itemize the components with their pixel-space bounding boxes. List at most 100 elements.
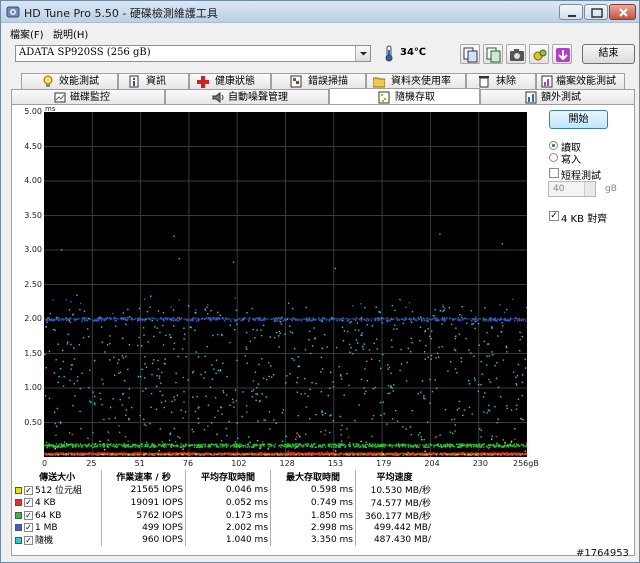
short-test-checkbox[interactable] (549, 168, 559, 178)
scatter-point (297, 356, 299, 358)
tab-erase[interactable]: 抹除 (466, 73, 536, 89)
spin-up-icon[interactable] (584, 182, 595, 189)
align-4kb-checkbox[interactable]: ✓ (549, 211, 559, 221)
scatter-point (89, 369, 91, 371)
camera-icon (510, 49, 524, 61)
tab-file-benchmark[interactable]: 檔案效能測試 (536, 73, 625, 89)
minimize-button[interactable] (559, 4, 583, 20)
tab-extra-tests[interactable]: 額外測試 (480, 89, 635, 105)
scatter-point (321, 411, 323, 413)
scatter-point (73, 383, 75, 385)
scatter-point (248, 319, 250, 321)
scatter-point (443, 444, 445, 446)
copy-info-button[interactable] (483, 44, 503, 64)
scatter-point (302, 446, 305, 448)
short-test-spinner[interactable]: 40 (548, 181, 596, 197)
chevron-down-icon[interactable] (355, 46, 370, 61)
exit-button[interactable]: 結束 (582, 44, 635, 64)
scatter-point (183, 327, 185, 329)
scatter-point (128, 316, 131, 318)
scatter-point (497, 386, 500, 389)
tab-info[interactable]: 資訊 (118, 73, 189, 89)
scatter-point (193, 446, 196, 448)
scatter-point (173, 453, 175, 455)
scatter-point (118, 425, 120, 427)
scatter-point (278, 453, 280, 455)
scatter-point (406, 361, 408, 364)
scatter-point (287, 450, 289, 453)
scatter-point (432, 315, 434, 317)
scatter-point (87, 335, 90, 338)
scatter-point (260, 334, 263, 337)
scatter-point (289, 446, 291, 448)
scatter-point (499, 318, 501, 321)
scatter-point (396, 319, 399, 321)
scatter-point (260, 329, 262, 331)
scatter-point (492, 354, 494, 356)
scatter-point (70, 368, 72, 370)
maximize-button[interactable] (584, 4, 608, 20)
scatter-point (69, 453, 72, 455)
scatter-point (262, 452, 265, 455)
scatter-point (392, 318, 394, 320)
series-checkbox[interactable]: ✓ (24, 486, 33, 495)
tab-folder-usage[interactable]: 資料夾使用率 (366, 73, 466, 89)
menu-file[interactable]: 檔案(F) (10, 26, 44, 41)
scatter-point (461, 443, 463, 445)
scatter-point (397, 420, 399, 422)
spin-down-icon[interactable] (584, 189, 595, 196)
series-checkbox[interactable]: ✓ (24, 536, 33, 545)
tab-noise-management[interactable]: 自動噪聲管理 (165, 89, 329, 105)
write-radio[interactable] (549, 153, 558, 162)
scatter-point (307, 320, 309, 322)
screenshot-button[interactable] (506, 44, 526, 64)
tab-benchmark[interactable]: 效能測試 (21, 73, 118, 89)
scatter-point (63, 375, 65, 378)
read-radio[interactable] (549, 141, 558, 150)
scatter-point (171, 411, 173, 413)
scatter-point (329, 443, 332, 446)
scatter-point (279, 317, 281, 319)
scatter-point (402, 443, 404, 445)
scatter-point (119, 398, 121, 401)
scatter-point (419, 432, 421, 434)
menu-help[interactable]: 說明(H) (53, 26, 88, 41)
scatter-point (271, 376, 273, 378)
scatter-point (61, 446, 63, 448)
scatter-point (118, 359, 120, 361)
scatter-point (519, 338, 521, 341)
scatter-point (254, 318, 257, 320)
scatter-point (366, 453, 368, 456)
tab-disk-monitor[interactable]: 磁碟監控 (11, 89, 165, 105)
scatter-point (220, 453, 222, 456)
scatter-point (163, 320, 165, 322)
scatter-point (347, 436, 350, 438)
scatter-point (457, 452, 459, 454)
scatter-point (64, 446, 67, 448)
series-checkbox[interactable]: ✓ (24, 522, 33, 532)
start-button[interactable]: 開始 (549, 110, 608, 129)
save-button[interactable] (552, 44, 572, 64)
scatter-point (441, 317, 444, 319)
scatter-point (494, 318, 496, 320)
series-color-swatch (15, 523, 22, 531)
tab-error-scan[interactable]: 錯誤掃描 (271, 73, 366, 89)
tab-health[interactable]: 健康狀態 (189, 73, 271, 89)
copy-text-button[interactable] (460, 44, 480, 64)
scatter-point (207, 404, 210, 406)
series-checkbox[interactable]: ✓ (24, 497, 33, 507)
scatter-point (125, 323, 127, 326)
scatter-point (427, 328, 429, 330)
scatter-point (293, 444, 295, 446)
drive-select[interactable]: ADATA SP920SS (256 gB) (15, 45, 371, 62)
scatter-point (184, 411, 187, 413)
scatter-point (463, 409, 466, 411)
scatter-point (506, 407, 508, 409)
scatter-point (149, 422, 151, 425)
scatter-point (282, 445, 284, 447)
series-checkbox[interactable]: ✓ (24, 510, 33, 520)
options-button[interactable] (529, 44, 549, 64)
close-button[interactable] (609, 4, 636, 20)
scatter-point (354, 318, 356, 321)
scatter-point (380, 453, 382, 455)
